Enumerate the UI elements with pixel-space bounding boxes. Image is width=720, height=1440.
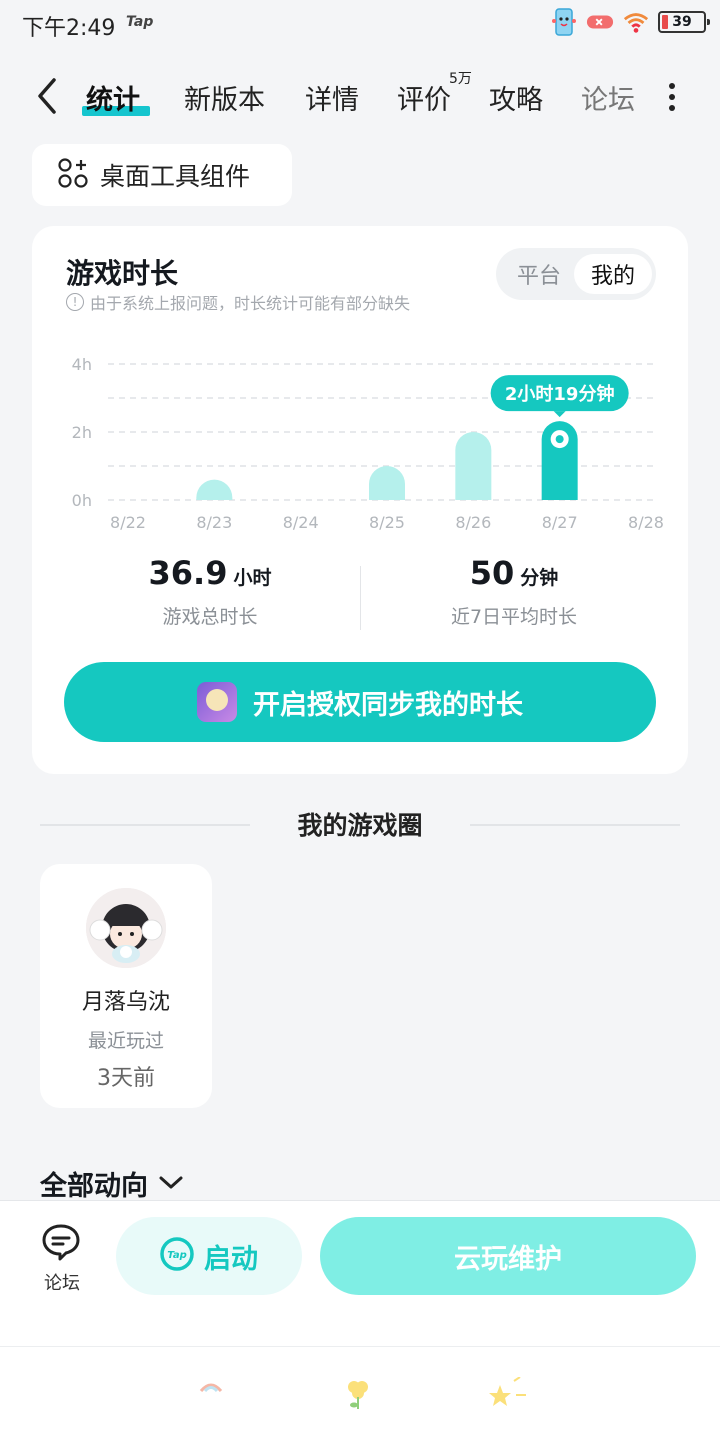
star-nav-icon[interactable] bbox=[488, 1376, 528, 1415]
tab-new-version[interactable]: 新版本 bbox=[184, 78, 265, 117]
bar-tooltip-arrow bbox=[553, 411, 566, 418]
y-tick-label: 0h bbox=[72, 491, 92, 510]
chart-bar bbox=[369, 466, 405, 500]
taptap-status-icon: Tap bbox=[126, 14, 154, 30]
wifi-icon bbox=[622, 8, 650, 36]
cloud-play-button[interactable]: 云玩维护 bbox=[320, 1217, 696, 1295]
info-icon: ! bbox=[66, 293, 84, 311]
playtime-bar-chart: 4h 2h 0h 8/22 8/23 8/24 8/25 8/26 2小时19分钟 8/27 8/2… bbox=[72, 355, 664, 532]
x-tick-label: 8/27 bbox=[542, 513, 578, 532]
stat-divider bbox=[360, 566, 361, 630]
top-tab-bar: 统计 新版本 详情 评价 5万 攻略 论坛 bbox=[0, 60, 720, 130]
desktop-widget-label: 桌面工具组件 bbox=[100, 162, 251, 191]
sim-off-icon bbox=[586, 8, 614, 36]
avatar bbox=[86, 888, 166, 968]
game-app-icon bbox=[197, 682, 237, 722]
x-tick-label: 8/23 bbox=[196, 513, 232, 532]
x-tick-label: 8/24 bbox=[283, 513, 319, 532]
total-playtime-label: 游戏总时长 bbox=[162, 606, 258, 628]
activity-filter-dropdown[interactable]: 全部动向 bbox=[40, 1164, 184, 1203]
x-tick-label: 8/28 bbox=[628, 513, 664, 532]
battery-level: 39 bbox=[672, 14, 692, 30]
activity-filter-label: 全部动向 bbox=[40, 1171, 148, 1202]
reviews-count-badge: 5万 bbox=[449, 71, 472, 87]
friend-subtitle: 最近玩过 bbox=[87, 1030, 164, 1052]
tab-guides[interactable]: 攻略 bbox=[489, 78, 543, 117]
friend-last-played: 3天前 bbox=[97, 1066, 155, 1091]
total-playtime-value: 36.9 bbox=[148, 554, 228, 592]
svg-text:Tap: Tap bbox=[167, 1250, 187, 1261]
desktop-widget-button[interactable]: 桌面工具组件 bbox=[32, 144, 292, 206]
battery-indicator: 39 bbox=[658, 11, 710, 33]
bar-tooltip-label: 2小时19分钟 bbox=[505, 383, 615, 405]
cloud-play-label: 云玩维护 bbox=[454, 1243, 562, 1275]
section-divider-right bbox=[470, 824, 680, 826]
status-bar: 下午2:49 Tap 39 bbox=[0, 0, 720, 50]
tab-forum[interactable]: 论坛 bbox=[581, 78, 635, 117]
total-playtime-stat: 36.9 小时 游戏总时长 bbox=[60, 554, 360, 629]
friend-card[interactable]: 月落乌沈 最近玩过 3天前 bbox=[40, 864, 212, 1108]
chevron-down-icon bbox=[158, 1168, 184, 1199]
phone-mascot-icon bbox=[550, 8, 578, 36]
system-nav-bar bbox=[0, 1346, 720, 1440]
source-toggle: 平台 我的 bbox=[496, 248, 656, 300]
y-tick-label: 2h bbox=[72, 423, 92, 442]
chart-bar bbox=[455, 432, 492, 500]
status-icons: 39 bbox=[550, 8, 710, 36]
avg-playtime-stat: 50 分钟 近7日平均时长 bbox=[364, 554, 664, 629]
x-tick-label: 8/26 bbox=[455, 513, 491, 532]
avg-playtime-unit: 分钟 bbox=[520, 567, 559, 589]
playtime-card: 游戏时长 ! 由于系统上报问题，时长统计可能有部分缺失 平台 我的 4h 2h 0h… bbox=[32, 226, 688, 774]
launch-button[interactable]: Tap 启动 bbox=[116, 1217, 302, 1295]
widget-grid-icon bbox=[58, 158, 88, 192]
card-title: 游戏时长 bbox=[66, 257, 179, 290]
avg-playtime-value: 50 bbox=[469, 554, 515, 592]
taptap-logo-icon: Tap bbox=[160, 1237, 194, 1275]
chart-bar bbox=[196, 479, 233, 500]
sync-playtime-button[interactable]: 开启授权同步我的时长 bbox=[64, 662, 656, 742]
flower-nav-icon[interactable] bbox=[344, 1377, 372, 1415]
sync-playtime-label: 开启授权同步我的时长 bbox=[253, 689, 523, 721]
launch-label: 启动 bbox=[204, 1243, 258, 1275]
total-playtime-unit: 小时 bbox=[233, 567, 272, 589]
rainbow-nav-icon[interactable] bbox=[198, 1377, 224, 1399]
tab-reviews[interactable]: 评价 bbox=[397, 78, 451, 117]
forum-button[interactable]: 论坛 bbox=[36, 1223, 88, 1295]
tab-stats[interactable]: 统计 bbox=[86, 78, 140, 117]
x-tick-label: 8/22 bbox=[110, 513, 146, 532]
bottom-action-bar: 论坛 Tap 启动 云玩维护 bbox=[0, 1200, 720, 1346]
forum-chat-icon bbox=[41, 1224, 83, 1265]
highlight-marker-dot bbox=[555, 435, 564, 444]
x-tick-label: 8/25 bbox=[369, 513, 405, 532]
note-text: 由于系统上报问题，时长统计可能有部分缺失 bbox=[90, 294, 411, 313]
status-time: 下午2:49 bbox=[22, 16, 116, 41]
friend-name: 月落乌沈 bbox=[81, 990, 170, 1015]
avg-playtime-label: 近7日平均时长 bbox=[450, 606, 578, 628]
toggle-mine[interactable]: 我的 bbox=[574, 254, 652, 294]
toggle-platform[interactable]: 平台 bbox=[500, 254, 578, 294]
data-missing-note: ! 由于系统上报问题，时长统计可能有部分缺失 bbox=[66, 290, 410, 314]
tab-details[interactable]: 详情 bbox=[305, 78, 359, 117]
forum-label: 论坛 bbox=[44, 1273, 80, 1294]
y-tick-label: 4h bbox=[72, 355, 92, 374]
back-arrow-icon[interactable] bbox=[30, 74, 66, 118]
more-menu-icon[interactable] bbox=[662, 82, 682, 112]
